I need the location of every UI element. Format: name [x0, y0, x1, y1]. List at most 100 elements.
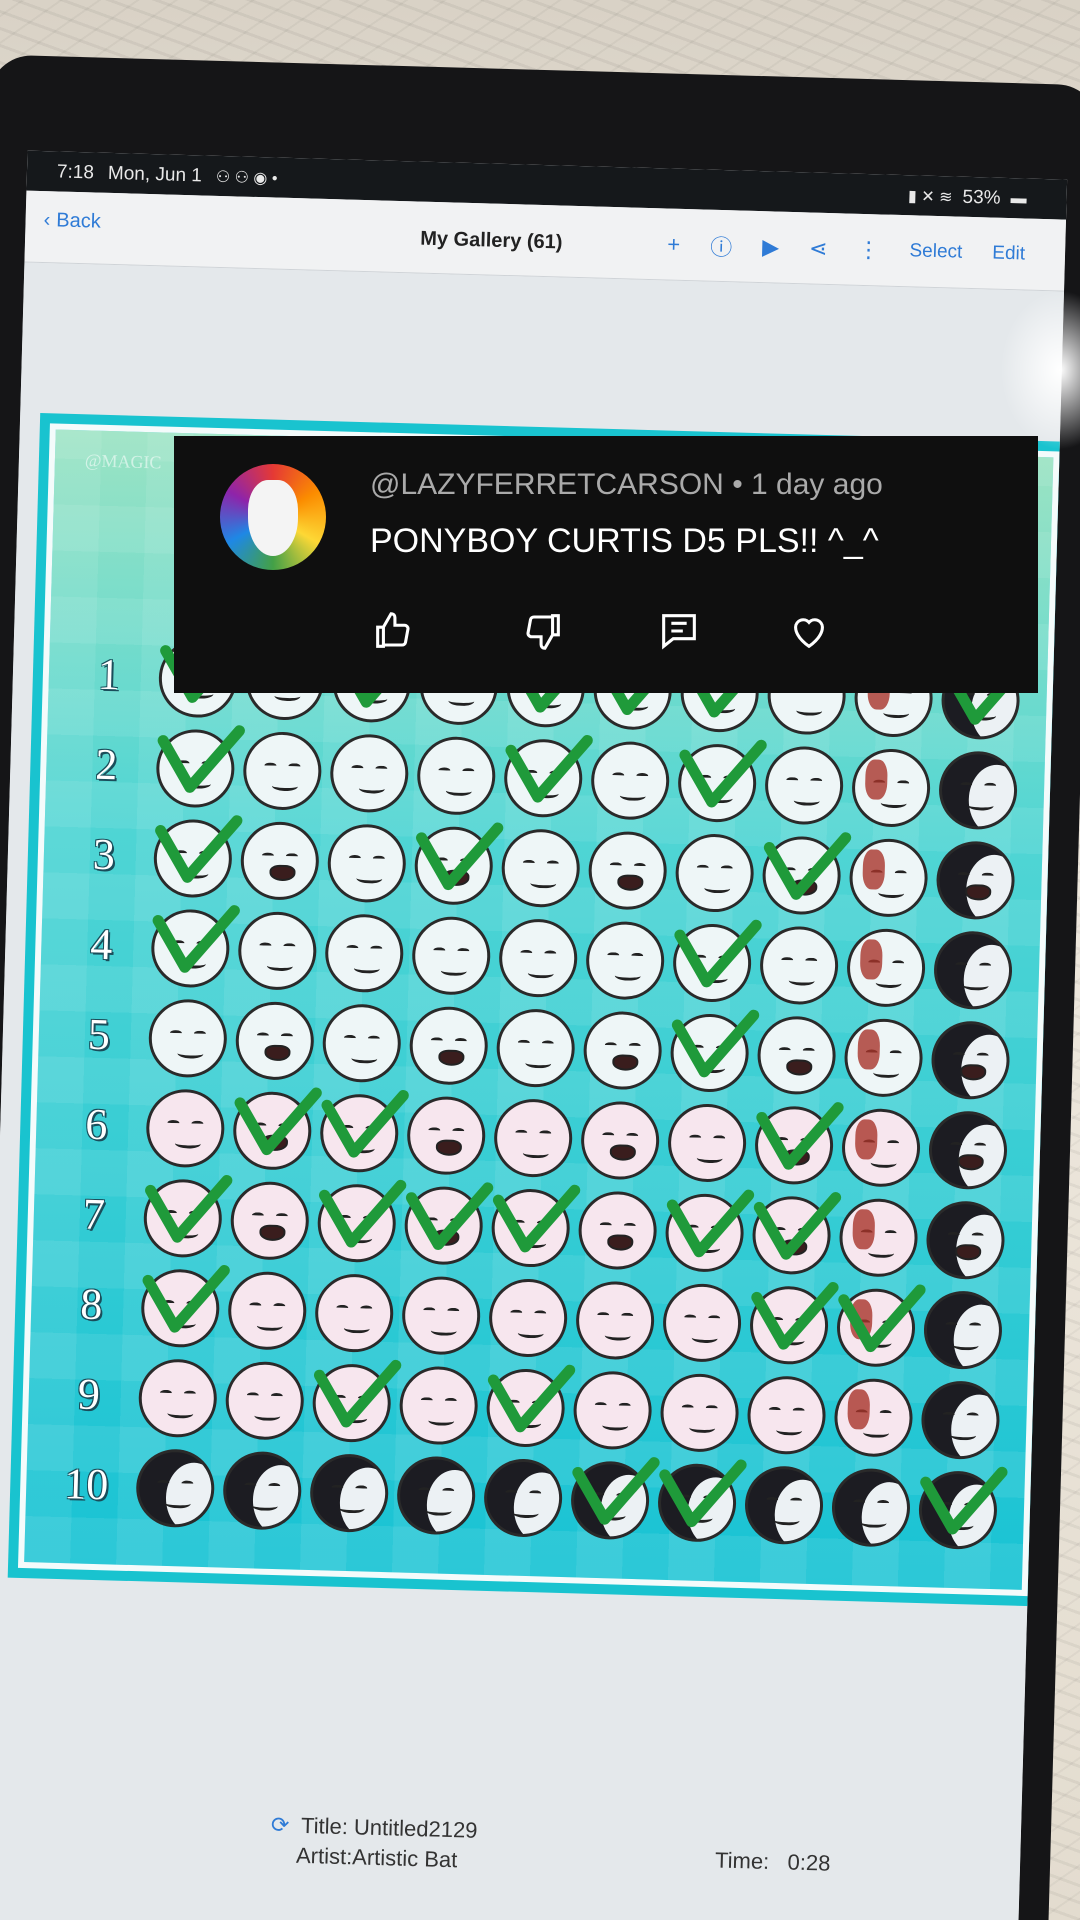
select-button[interactable]: Select — [909, 240, 962, 263]
expression-face — [761, 832, 852, 916]
avatar[interactable] — [220, 464, 326, 570]
face-drawing — [321, 1003, 402, 1084]
face-drawing — [234, 1000, 315, 1081]
like-icon[interactable] — [370, 608, 416, 654]
face-drawing — [753, 1105, 835, 1186]
face-drawing — [152, 818, 233, 899]
plus-icon[interactable]: + — [667, 231, 681, 257]
tablet-device: 7:18 Mon, Jun 1 ⚇ ⚇ ◉ • ▮ ✕ ≋ 53% ▬ ‹ Ba… — [0, 54, 1080, 1920]
face-drawing — [672, 922, 753, 1004]
more-icon[interactable]: ⋮ — [857, 237, 880, 264]
face-drawing — [937, 750, 1019, 831]
back-button[interactable]: ‹ Back — [43, 209, 101, 234]
expression-face — [580, 1100, 661, 1181]
expression-face — [490, 1184, 581, 1269]
face-drawing — [851, 747, 932, 829]
face-drawing — [746, 1375, 827, 1456]
face-drawing — [311, 1363, 392, 1444]
expression-face — [137, 1358, 218, 1439]
face-drawing — [137, 1358, 218, 1439]
face-drawing — [659, 1372, 740, 1453]
status-time: 7:18 — [56, 161, 95, 184]
row-number: 2 — [94, 739, 119, 790]
expression-face — [748, 1282, 839, 1366]
artwork-watermark: @MAGIC — [84, 450, 162, 473]
signal-icons: ▮ ✕ ≋ — [907, 188, 953, 207]
expression-face — [674, 832, 755, 914]
expression-face — [932, 930, 1014, 1011]
face-drawing — [495, 1008, 576, 1089]
tablet-screen: 7:18 Mon, Jun 1 ⚇ ⚇ ◉ • ▮ ✕ ≋ 53% ▬ ‹ Ba… — [0, 150, 1068, 1920]
face-drawing — [413, 825, 494, 906]
face-drawing — [585, 920, 666, 1001]
face-drawing — [140, 1268, 221, 1349]
expression-face — [311, 1359, 402, 1444]
expression-face — [587, 830, 668, 911]
expression-face — [759, 925, 840, 1006]
expression-face — [764, 745, 845, 826]
face-drawing — [406, 1095, 487, 1176]
refresh-icon[interactable]: ⟳ — [271, 1812, 290, 1838]
face-drawing — [922, 1290, 1004, 1371]
expression-face — [503, 734, 593, 819]
dislike-icon[interactable] — [520, 608, 566, 654]
share-icon[interactable]: ⋖ — [809, 235, 828, 262]
row-number: 7 — [82, 1189, 106, 1240]
expression-face — [406, 1095, 487, 1176]
face-drawing — [314, 1273, 395, 1354]
face-drawing — [848, 837, 929, 918]
expression-face — [140, 1265, 230, 1349]
expression-face — [582, 1010, 663, 1091]
chevron-left-icon: ‹ — [43, 209, 51, 232]
comment-meta: @LAZYFERRETCARSON • 1 day ago — [370, 468, 883, 501]
play-icon[interactable]: ▶ — [762, 234, 780, 260]
expression-face — [833, 1377, 914, 1458]
expression-face — [411, 915, 492, 996]
face-drawing — [396, 1455, 477, 1536]
expression-face — [152, 815, 243, 899]
expression-face — [848, 837, 929, 918]
face-drawing — [329, 733, 410, 814]
face-drawing — [587, 830, 668, 911]
expression-face — [672, 919, 762, 1004]
expression-face — [408, 1005, 489, 1086]
expression-face — [222, 1450, 303, 1531]
expression-face — [498, 918, 579, 999]
face-drawing — [920, 1380, 1001, 1461]
expression-face — [851, 747, 932, 829]
face-drawing — [656, 1462, 738, 1543]
edit-button[interactable]: Edit — [992, 243, 1025, 266]
draw-time: Time: 0:28 — [715, 1847, 831, 1876]
face-drawing — [930, 1020, 1011, 1101]
reply-icon[interactable] — [656, 608, 702, 654]
face-drawing — [150, 908, 231, 989]
expression-face — [743, 1465, 825, 1546]
face-drawing — [319, 1093, 400, 1174]
expression-face — [662, 1282, 743, 1363]
status-date: Mon, Jun 1 — [107, 162, 203, 187]
face-drawing — [503, 738, 584, 819]
expression-face — [483, 1457, 564, 1539]
face-drawing — [761, 835, 842, 916]
face-drawing — [925, 1200, 1006, 1281]
comment-text: PONYBOY CURTIS D5 PLS!! ^_^ — [370, 522, 879, 560]
expression-face — [493, 1098, 574, 1179]
toolbar: + ⓘ ▶ ⋖ ⋮ Select Edit — [667, 228, 1026, 270]
expression-face — [669, 1009, 760, 1094]
face-drawing — [751, 1195, 832, 1276]
face-drawing — [324, 913, 405, 994]
row-number: 6 — [84, 1099, 109, 1150]
expression-face — [237, 910, 318, 991]
heart-icon[interactable] — [786, 608, 832, 654]
expression-face — [309, 1453, 390, 1534]
comment-handle[interactable]: @LAZYFERRETCARSON — [370, 468, 724, 501]
row-number: 4 — [89, 919, 114, 970]
face-drawing — [748, 1285, 830, 1366]
face-drawing — [242, 730, 323, 812]
back-label: Back — [55, 209, 102, 233]
expression-face — [316, 1179, 407, 1264]
info-icon[interactable]: ⓘ — [710, 230, 733, 263]
expression-face — [927, 1110, 1009, 1191]
expression-face — [570, 1457, 660, 1541]
expression-face — [239, 820, 320, 901]
